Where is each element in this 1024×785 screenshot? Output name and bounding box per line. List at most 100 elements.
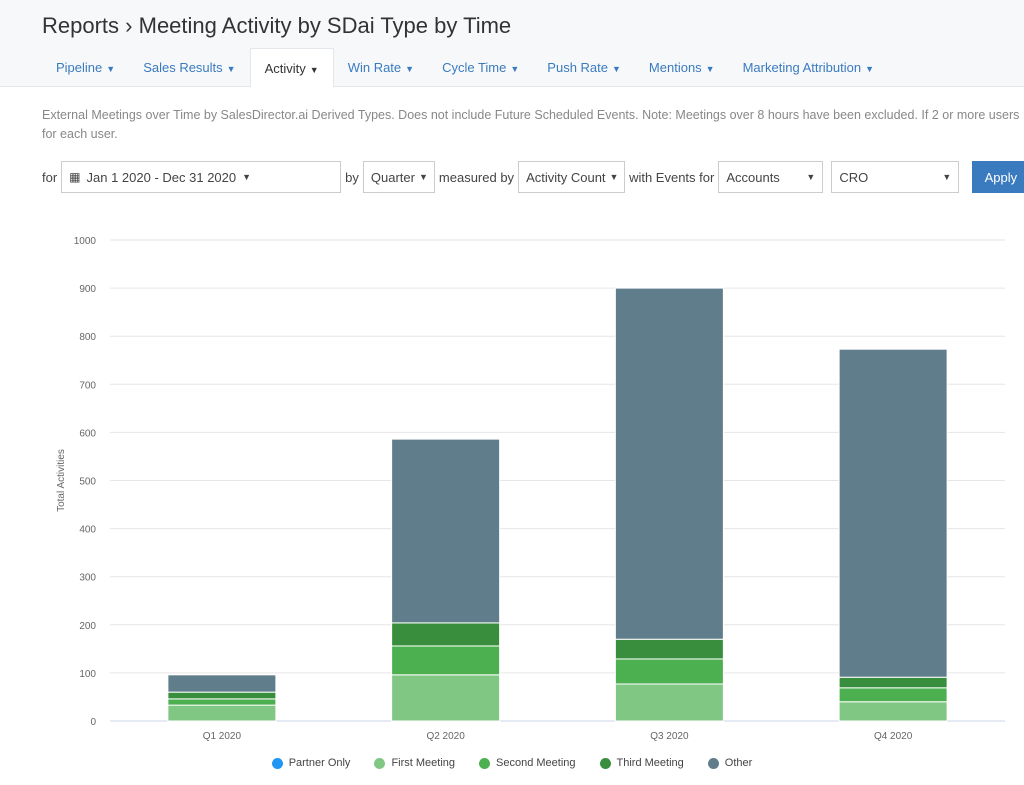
y-tick-label: 900 <box>79 284 96 295</box>
bar-segment-third-meeting[interactable] <box>167 691 277 700</box>
legend-label: Other <box>724 757 753 769</box>
caret-down-icon: ▼ <box>418 172 428 182</box>
bar-segment-second-meeting[interactable] <box>167 698 277 706</box>
caret-down-icon: ▼ <box>705 64 715 74</box>
breadcrumb-separator: › <box>125 13 133 38</box>
filter-bar: for ▦ Jan 1 2020 - Dec 31 2020 ▼ by Quar… <box>42 161 1024 193</box>
legend-label: Second Meeting <box>496 757 576 769</box>
report-title: Meeting Activity by SDai Type by Time <box>138 13 512 38</box>
stacked-bar-chart: 0 100 200 300 400 500 600 700 800 900 1000 Total Ac… <box>56 236 1005 742</box>
measure-value: Activity Count <box>526 169 606 185</box>
tab-push-rate[interactable]: Push Rate ▼ <box>533 48 635 88</box>
legend-label: Partner Only <box>288 757 351 769</box>
y-tick-label: 500 <box>79 477 96 488</box>
y-axis-label: Total Activities <box>56 449 67 512</box>
y-tick-label: 800 <box>79 332 96 343</box>
role-value: CRO <box>839 169 869 185</box>
caret-down-icon: ▼ <box>609 172 619 182</box>
page-title: Reports › Meeting Activity by SDai Type … <box>42 13 511 39</box>
by-label: by <box>345 169 359 185</box>
tab-label: Pipeline <box>56 60 103 75</box>
bar-segment-first-meeting[interactable] <box>391 674 501 722</box>
legend-item[interactable]: First Meeting <box>374 757 455 769</box>
tab-cycle-time[interactable]: Cycle Time ▼ <box>428 48 533 88</box>
measured-by-label: measured by <box>438 169 515 185</box>
x-tick-label: Q2 2020 <box>426 731 465 742</box>
y-tick-label: 300 <box>79 573 96 584</box>
tab-label: Push Rate <box>547 60 608 75</box>
tab-pipeline[interactable]: Pipeline ▼ <box>42 48 129 88</box>
period-value: Quarter <box>370 169 415 185</box>
tab-label: Marketing Attribution <box>742 60 862 75</box>
bar-segment-third-meeting[interactable] <box>614 638 724 660</box>
tab-activity[interactable]: Activity ▼ <box>249 48 334 88</box>
caret-down-icon: ▼ <box>942 172 952 182</box>
bar-segment-other[interactable] <box>614 287 724 640</box>
breadcrumb-reports[interactable]: Reports <box>42 13 119 38</box>
events-for-label: with Events for <box>629 169 715 185</box>
caret-down-icon: ▼ <box>226 64 236 74</box>
role-select[interactable]: CRO ▼ <box>831 161 960 193</box>
legend-item[interactable]: Second Meeting <box>479 757 576 769</box>
description-line: External Meetings over Time by SalesDire… <box>42 108 1020 122</box>
y-tick-label: 400 <box>79 525 96 536</box>
bar-segment-other[interactable] <box>838 348 948 678</box>
tab-win-rate[interactable]: Win Rate ▼ <box>334 48 428 88</box>
x-tick-label: Q4 2020 <box>874 731 913 742</box>
x-tick-label: Q3 2020 <box>650 731 689 742</box>
y-tick-label: 100 <box>79 669 96 680</box>
caret-down-icon: ▼ <box>865 64 875 74</box>
caret-down-icon: ▼ <box>242 172 252 182</box>
caret-down-icon: ▼ <box>405 64 415 74</box>
legend-dot-icon <box>479 757 491 769</box>
tab-sales-results[interactable]: Sales Results ▼ <box>129 48 249 88</box>
legend-label: First Meeting <box>391 757 456 769</box>
date-range-picker[interactable]: ▦ Jan 1 2020 - Dec 31 2020 ▼ <box>61 161 342 193</box>
legend-item[interactable]: Third Meeting <box>599 757 684 769</box>
caret-down-icon: ▼ <box>612 64 621 74</box>
legend-dot-icon <box>271 757 283 769</box>
caret-down-icon: ▼ <box>806 172 816 182</box>
tab-label: Mentions <box>648 60 702 75</box>
bar-segment-second-meeting[interactable] <box>838 687 948 703</box>
report-tabs: Pipeline ▼ Sales Results ▼ Activity ▼ Win Rate… <box>42 48 888 88</box>
legend-dot-icon <box>707 757 719 769</box>
y-tick-label: 1000 <box>74 236 97 247</box>
y-tick-label: 700 <box>79 380 96 391</box>
entity-value: Accounts <box>726 169 780 185</box>
bar-segment-first-meeting[interactable] <box>614 683 724 722</box>
legend-item[interactable]: Other <box>707 757 753 769</box>
period-select[interactable]: Quarter ▼ <box>362 161 435 193</box>
chart-legend: Partner Only First Meeting Second Meeting T… <box>0 757 1024 769</box>
legend-dot-icon <box>599 757 611 769</box>
measure-select[interactable]: Activity Count ▼ <box>518 161 626 193</box>
report-description: External Meetings over Time by SalesDire… <box>42 106 1024 144</box>
entity-select[interactable]: Accounts ▼ <box>718 161 824 193</box>
tab-label: Sales Results <box>143 60 223 75</box>
bar-segment-third-meeting[interactable] <box>391 622 501 647</box>
legend-item[interactable]: Partner Only <box>271 757 351 769</box>
tab-marketing-attribution[interactable]: Marketing Attribution ▼ <box>729 48 888 88</box>
bar-segment-other[interactable] <box>391 438 501 624</box>
x-tick-label: Q1 2020 <box>203 731 242 742</box>
y-tick-label: 200 <box>79 621 96 632</box>
bar-segment-first-meeting[interactable] <box>838 701 948 722</box>
tab-label: Cycle Time <box>442 60 507 75</box>
bar-segment-second-meeting[interactable] <box>614 658 724 685</box>
tab-label: Activity <box>264 61 306 76</box>
tab-label: Win Rate <box>347 60 402 75</box>
tab-mentions[interactable]: Mentions ▼ <box>635 48 729 88</box>
bar-segment-second-meeting[interactable] <box>391 645 501 676</box>
caret-down-icon: ▼ <box>309 65 319 75</box>
date-range-value: Jan 1 2020 - Dec 31 2020 <box>86 169 237 185</box>
apply-button[interactable]: Apply <box>972 161 1024 193</box>
bar-segment-third-meeting[interactable] <box>838 676 948 689</box>
description-line: for each user. <box>42 127 118 141</box>
legend-label: Third Meeting <box>616 757 684 769</box>
bar-segment-other[interactable] <box>167 674 277 693</box>
calendar-icon: ▦ <box>69 170 81 184</box>
caret-down-icon: ▼ <box>510 64 520 74</box>
bar-segment-first-meeting[interactable] <box>167 704 277 722</box>
legend-dot-icon <box>374 757 386 769</box>
for-label: for <box>42 169 58 185</box>
